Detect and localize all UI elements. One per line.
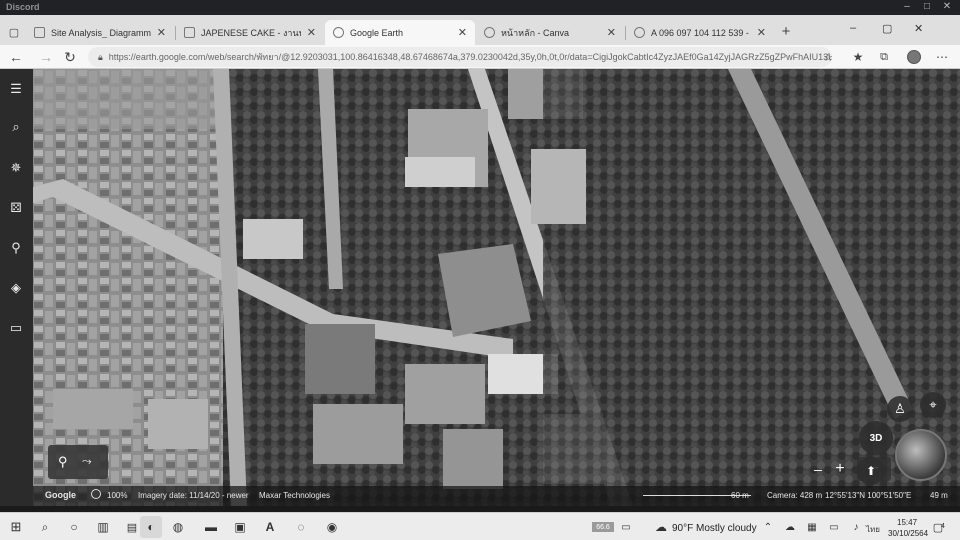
- clock-time[interactable]: 15:47: [897, 518, 917, 527]
- file-explorer-icon[interactable]: ▬: [203, 519, 219, 535]
- tab-label: A 096 097 104 112 539 - งานนำ: [651, 27, 751, 38]
- tab-japanese-cake[interactable]: JAPENESE CAKE - งานนำเสนอ (16 ✕: [176, 20, 324, 45]
- language-indicator[interactable]: ไทย: [866, 523, 880, 536]
- page-icon: [34, 27, 45, 38]
- close-tab-icon[interactable]: ✕: [458, 26, 467, 39]
- close-tab-icon[interactable]: ✕: [607, 26, 616, 39]
- url-text: https://earth.google.com/web/search/พัทย…: [108, 52, 832, 62]
- discord-title-bar: Discord – □ ✕: [0, 0, 960, 15]
- imagery-date: Imagery date: 11/14/20 - newer: [138, 491, 249, 500]
- path-icon[interactable]: ⤳: [82, 454, 92, 469]
- maximize-icon[interactable]: □: [920, 1, 934, 12]
- search-icon[interactable]: ⌕: [37, 519, 53, 535]
- tray-badge[interactable]: 66.6: [592, 522, 614, 532]
- map-style-icon[interactable]: ◈: [6, 278, 26, 298]
- weather-text[interactable]: 90°F Mostly cloudy: [672, 523, 757, 534]
- minimize-icon[interactable]: –: [900, 1, 914, 12]
- task-view-icon[interactable]: ▥: [95, 519, 111, 535]
- close-tab-icon[interactable]: ✕: [157, 26, 166, 39]
- lock-icon: 🔒︎: [98, 51, 103, 62]
- zoom-level: 100%: [107, 491, 128, 500]
- imagery-provider[interactable]: Maxar Technologies: [259, 491, 330, 500]
- compass-icon[interactable]: ⬆: [857, 457, 885, 485]
- weather-icon: ☁: [655, 520, 667, 534]
- map-tools-panel: ⚲ ⤳: [48, 445, 108, 479]
- page-icon: [184, 27, 195, 38]
- placemark-icon[interactable]: ⚲: [58, 454, 68, 470]
- tray-app-icon[interactable]: ▭: [618, 519, 634, 535]
- notification-count: 4: [941, 523, 945, 530]
- page-icon: [634, 27, 645, 38]
- taskbar: ⊞ ⌕ ○ ▥ ▤ ◐ ◍ ▬ ▣ A ◌ ◉ 66.6 ▭ ☁ 90°F Mo…: [0, 512, 960, 540]
- more-menu-icon[interactable]: ⋯: [932, 47, 952, 67]
- zoom-in-button[interactable]: +: [828, 457, 852, 481]
- map-status-bar: Google 100% Imagery date: 11/14/20 - new…: [33, 486, 960, 506]
- google-logo: Google: [45, 490, 76, 500]
- volume-icon[interactable]: ♪: [848, 519, 864, 535]
- widgets-icon[interactable]: ▤: [124, 519, 140, 535]
- profile-avatar[interactable]: [904, 47, 924, 67]
- add-favorite-icon[interactable]: ☆: [818, 47, 838, 67]
- earth-side-rail: ☰ ⌕ ✵ ⚄ ⚲ ◈ ▭: [0, 69, 33, 506]
- store-icon[interactable]: ▣: [232, 519, 248, 535]
- line-icon[interactable]: ◌: [293, 519, 309, 535]
- clock-date[interactable]: 30/10/2564: [888, 529, 928, 538]
- projects-icon[interactable]: ⚲: [6, 238, 26, 258]
- cortana-icon[interactable]: ○: [66, 519, 82, 535]
- edge-icon[interactable]: ◐: [140, 516, 162, 538]
- close-icon[interactable]: ✕: [940, 1, 954, 12]
- chevron-up-icon[interactable]: ⌃: [760, 519, 776, 535]
- battery-icon[interactable]: ▭: [826, 519, 842, 535]
- close-window-icon[interactable]: ✕: [914, 22, 923, 35]
- search-icon[interactable]: ⌕: [6, 117, 26, 137]
- voyager-icon[interactable]: ✵: [6, 158, 26, 178]
- new-tab-button[interactable]: +: [776, 21, 796, 41]
- address-bar[interactable]: 🔒︎ https://earth.google.com/web/search/พ…: [88, 47, 832, 67]
- zoom-status-icon: [91, 489, 101, 499]
- satellite-map[interactable]: ⚲ ⤳ ♙ ⌖ 3D − – + ⬆: [33, 69, 960, 506]
- collections-icon[interactable]: ⧉: [874, 47, 894, 67]
- tab-actions-icon[interactable]: ▢: [4, 22, 24, 42]
- my-location-icon[interactable]: ⌖: [920, 392, 946, 418]
- toggle-3d-button[interactable]: 3D: [859, 421, 893, 455]
- refresh-button[interactable]: ↻: [60, 47, 80, 67]
- forward-button[interactable]: →: [36, 47, 56, 67]
- tab-google-earth[interactable]: Google Earth ✕: [325, 20, 475, 45]
- windows-start-icon[interactable]: ⊞: [8, 519, 24, 535]
- menu-icon[interactable]: ☰: [6, 79, 26, 99]
- font-app-icon[interactable]: A: [262, 519, 278, 535]
- elevation: 49 m: [930, 491, 948, 500]
- favorites-icon[interactable]: ★: [848, 47, 868, 67]
- back-button[interactable]: ←: [6, 47, 26, 67]
- tab-site-analysis[interactable]: Site Analysis_ Diagramming Inf ✕: [26, 20, 174, 45]
- measure-icon[interactable]: ▭: [6, 318, 26, 338]
- aerial-imagery: [33, 69, 960, 506]
- zoom-out-button-alt[interactable]: –: [807, 457, 829, 481]
- close-tab-icon[interactable]: ✕: [307, 26, 316, 39]
- chrome-icon[interactable]: ◍: [170, 519, 186, 535]
- tab-slides[interactable]: A 096 097 104 112 539 - งานนำ ✕: [626, 20, 774, 45]
- scale-label: 60 m: [731, 491, 749, 500]
- navigation-bar: ← → ↻ 🔒︎ https://earth.google.com/web/se…: [0, 45, 960, 69]
- discord-icon[interactable]: ◉: [324, 519, 340, 535]
- network-icon[interactable]: ▦: [804, 519, 820, 535]
- pegman-icon[interactable]: ♙: [887, 396, 913, 422]
- discord-title: Discord: [6, 2, 40, 12]
- tab-canva[interactable]: หน้าหลัก - Canva ✕: [476, 20, 624, 45]
- tab-label: Google Earth: [350, 27, 404, 38]
- cloud-sync-icon[interactable]: ☁: [782, 519, 798, 535]
- tab-strip: ▢ Site Analysis_ Diagramming Inf ✕ JAPEN…: [0, 15, 960, 45]
- camera-altitude: Camera: 428 m: [767, 491, 823, 500]
- canva-icon: [484, 27, 495, 38]
- tab-label: Site Analysis_ Diagramming Inf: [51, 27, 151, 38]
- google-earth-icon: [333, 27, 344, 38]
- tab-label: JAPENESE CAKE - งานนำเสนอ (16: [201, 27, 301, 38]
- maximize-icon[interactable]: ▢: [882, 22, 892, 35]
- minimize-icon[interactable]: –: [850, 22, 856, 34]
- feeling-lucky-icon[interactable]: ⚄: [6, 198, 26, 218]
- tab-label: หน้าหลัก - Canva: [501, 27, 570, 38]
- coordinates: 12°55'13"N 100°51'50"E: [825, 491, 912, 500]
- close-tab-icon[interactable]: ✕: [757, 26, 766, 39]
- globe-icon[interactable]: [895, 429, 947, 481]
